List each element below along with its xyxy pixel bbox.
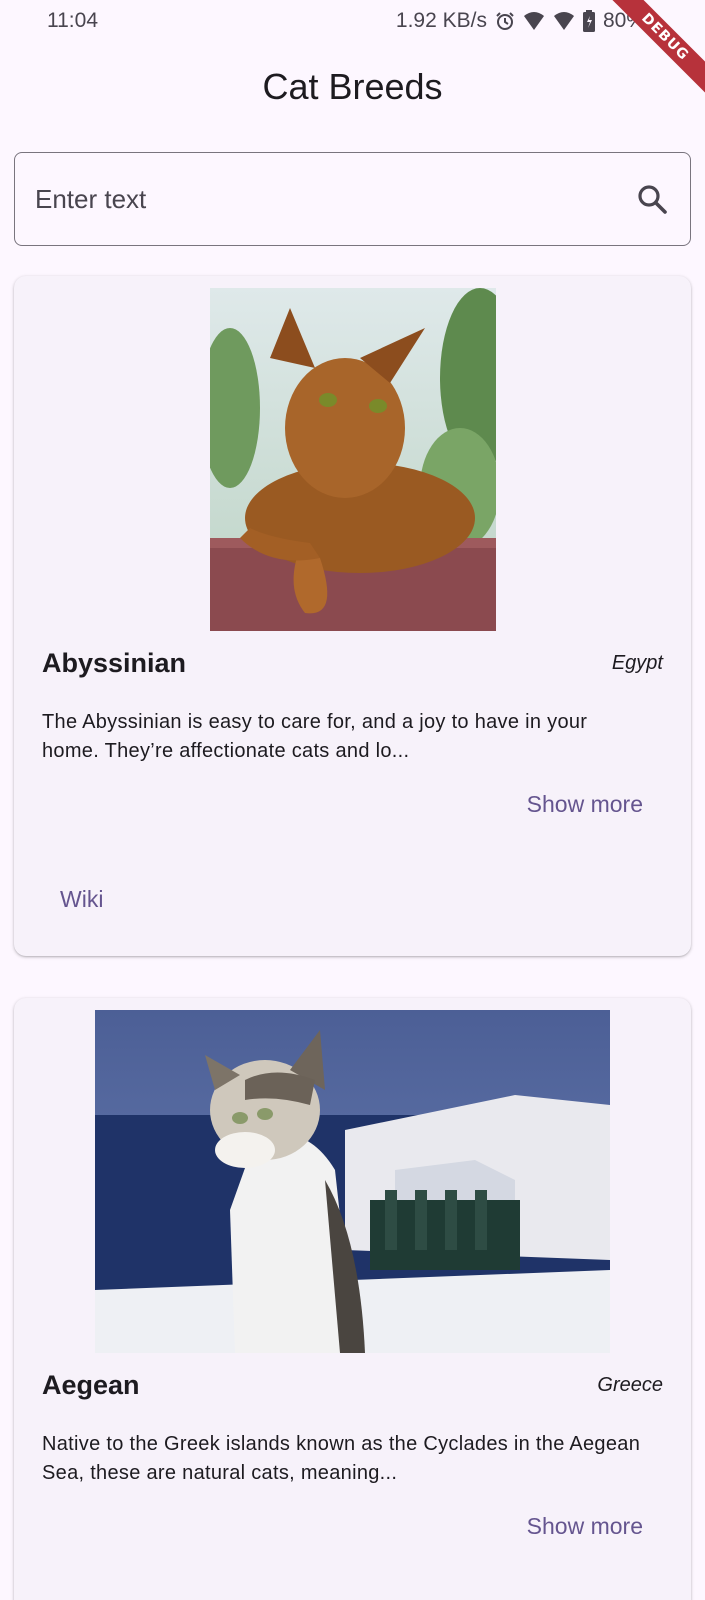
search-input[interactable] — [35, 153, 595, 245]
breed-name: Abyssinian — [42, 648, 187, 678]
signal-icon — [553, 11, 575, 31]
alarm-icon — [495, 11, 515, 31]
status-bar: 11:04 1.92 KB/s 80% — [0, 0, 705, 44]
battery-level: 80% — [602, 9, 645, 32]
breed-origin: Greece — [597, 1374, 663, 1396]
show-more-button[interactable]: Show more — [527, 1513, 643, 1540]
show-more-button[interactable]: Show more — [527, 791, 643, 818]
breed-image — [95, 1010, 610, 1353]
wiki-button[interactable]: Wiki — [60, 886, 103, 913]
page-title: Cat Breeds — [262, 66, 443, 107]
network-speed: 1.92 KB/s — [395, 9, 487, 32]
breed-image — [210, 288, 496, 631]
search-icon[interactable] — [636, 183, 668, 220]
breed-name: Aegean — [42, 1370, 140, 1400]
breed-origin: Egypt — [611, 652, 663, 674]
battery-icon — [582, 10, 595, 32]
search-field[interactable] — [14, 152, 691, 246]
breed-description: Native to the Greek islands known as the… — [42, 1433, 641, 1484]
breed-card-abyssinian: Abyssinian Egypt The Abyssinian is easy … — [14, 276, 691, 956]
status-time: 11:04 — [47, 9, 98, 32]
breed-description: The Abyssinian is easy to care for, and … — [42, 711, 588, 762]
wifi-icon — [523, 11, 545, 31]
breed-card-aegean: Aegean Greece Native to the Greek island… — [14, 998, 691, 1600]
status-icons: 1.92 KB/s 80% — [396, 9, 645, 33]
